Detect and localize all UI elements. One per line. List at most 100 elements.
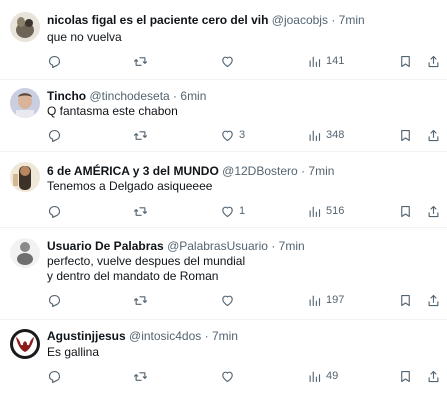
retweet-button[interactable] (133, 292, 152, 308)
reply-button[interactable] (47, 368, 66, 384)
views-chart-icon (309, 206, 321, 217)
tweet[interactable]: 6 de AMÉRICA y 3 del MUNDO @12DBostero ·… (0, 152, 447, 228)
share-icon (428, 129, 439, 141)
share-button[interactable] (426, 203, 441, 219)
share-button[interactable] (426, 127, 441, 143)
retweet-button[interactable] (133, 53, 152, 69)
display-name[interactable]: Agustinjjesus (47, 329, 126, 343)
user-handle[interactable]: @joacobjs (272, 13, 328, 27)
avatar[interactable] (10, 88, 40, 118)
heart-icon (222, 295, 233, 306)
views-button[interactable]: 516 (307, 203, 344, 219)
bookmark-button[interactable] (398, 368, 413, 384)
display-name[interactable]: 6 de AMÉRICA y 3 del MUNDO (47, 164, 219, 178)
avatar[interactable] (10, 329, 40, 359)
action-bar: 141 (47, 53, 439, 69)
display-name[interactable]: Tincho (47, 89, 86, 103)
action-bar: 3 348 (47, 127, 439, 143)
bookmark-icon (401, 205, 410, 217)
retweet-icon (134, 56, 147, 66)
avatar[interactable] (10, 238, 40, 268)
tweet-text-line: perfecto, vuelve despues del mundial (47, 254, 246, 268)
reply-icon (48, 129, 61, 142)
display-name[interactable]: Usuario De Palabras (47, 239, 164, 253)
views-chart-icon (309, 371, 321, 382)
like-count: 3 (239, 129, 246, 141)
views-button[interactable]: 49 (307, 368, 338, 384)
bookmark-icon (401, 370, 410, 382)
action-bar: 49 (47, 368, 439, 384)
separator-dot: · (331, 13, 336, 27)
user-handle[interactable]: @PalabrasUsuario (167, 239, 268, 253)
tweet-text: Es gallina (47, 345, 437, 360)
views-chart-icon (309, 295, 321, 306)
share-button[interactable] (426, 292, 441, 308)
tweet-text: perfecto, vuelve despues del mundial y d… (47, 254, 437, 284)
reply-button[interactable] (47, 127, 66, 143)
reply-icon (48, 370, 61, 383)
separator-dot: · (204, 329, 209, 343)
timestamp[interactable]: 7min (212, 329, 238, 343)
like-count: 1 (239, 205, 246, 217)
reply-icon (48, 205, 61, 218)
retweet-button[interactable] (133, 127, 152, 143)
display-name[interactable]: nicolas figal es el paciente cero del vi… (47, 13, 268, 27)
tweet-header: Agustinjjesus @intosic4dos · 7min (47, 329, 441, 344)
bookmark-button[interactable] (398, 203, 413, 219)
views-button[interactable]: 348 (307, 127, 344, 143)
reply-icon (48, 294, 61, 307)
like-button[interactable]: 3 (220, 127, 245, 143)
avatar-image (10, 238, 40, 268)
view-count: 348 (326, 129, 345, 141)
retweet-button[interactable] (133, 368, 152, 384)
separator-dot: · (301, 164, 306, 178)
user-handle[interactable]: @intosic4dos (129, 329, 201, 343)
avatar-image (10, 88, 40, 118)
reply-button[interactable] (47, 203, 66, 219)
tweet[interactable]: Agustinjjesus @intosic4dos · 7min Es gal… (0, 320, 447, 400)
views-chart-icon (309, 130, 321, 141)
heart-icon (222, 371, 233, 382)
timestamp[interactable]: 7min (339, 13, 365, 27)
tweet-text: que no vuelva (47, 30, 437, 45)
share-button[interactable] (426, 368, 441, 384)
heart-icon (222, 130, 233, 141)
retweet-button[interactable] (133, 203, 152, 219)
tweet-header: nicolas figal es el paciente cero del vi… (47, 13, 441, 28)
bookmark-button[interactable] (398, 292, 413, 308)
avatar-image (10, 329, 40, 359)
tweet-header: Tincho @tinchodeseta · 6min (47, 89, 441, 104)
bookmark-icon (401, 129, 410, 141)
share-button[interactable] (426, 53, 441, 69)
tweet[interactable]: Usuario De Palabras @PalabrasUsuario · 7… (0, 228, 447, 320)
share-icon (428, 205, 439, 217)
bookmark-button[interactable] (398, 53, 413, 69)
avatar[interactable] (10, 162, 40, 192)
views-button[interactable]: 141 (307, 53, 344, 69)
avatar[interactable] (10, 12, 40, 42)
like-button[interactable]: 1 (220, 203, 245, 219)
like-button[interactable] (220, 368, 239, 384)
heart-icon (222, 56, 233, 67)
user-handle[interactable]: @tinchodeseta (89, 89, 169, 103)
action-bar: 197 (47, 292, 439, 308)
view-count: 49 (326, 370, 339, 382)
reply-button[interactable] (47, 53, 66, 69)
user-handle[interactable]: @12DBostero (222, 164, 298, 178)
tweet-text-line: Tenemos a Delgado asiqueeee (47, 179, 213, 193)
tweet-text: Tenemos a Delgado asiqueeee (47, 179, 437, 194)
tweet[interactable]: Tincho @tinchodeseta · 6min Q fantasma e… (0, 80, 447, 152)
timestamp[interactable]: 6min (180, 89, 206, 103)
share-icon (428, 294, 439, 306)
bookmark-button[interactable] (398, 127, 413, 143)
tweet[interactable]: nicolas figal es el paciente cero del vi… (0, 0, 447, 80)
views-button[interactable]: 197 (307, 292, 344, 308)
views-chart-icon (309, 56, 321, 67)
like-button[interactable] (220, 53, 239, 69)
reply-button[interactable] (47, 292, 66, 308)
like-button[interactable] (220, 292, 239, 308)
reply-feed: nicolas figal es el paciente cero del vi… (0, 0, 447, 400)
share-icon (428, 55, 439, 67)
timestamp[interactable]: 7min (279, 239, 305, 253)
timestamp[interactable]: 7min (308, 164, 334, 178)
